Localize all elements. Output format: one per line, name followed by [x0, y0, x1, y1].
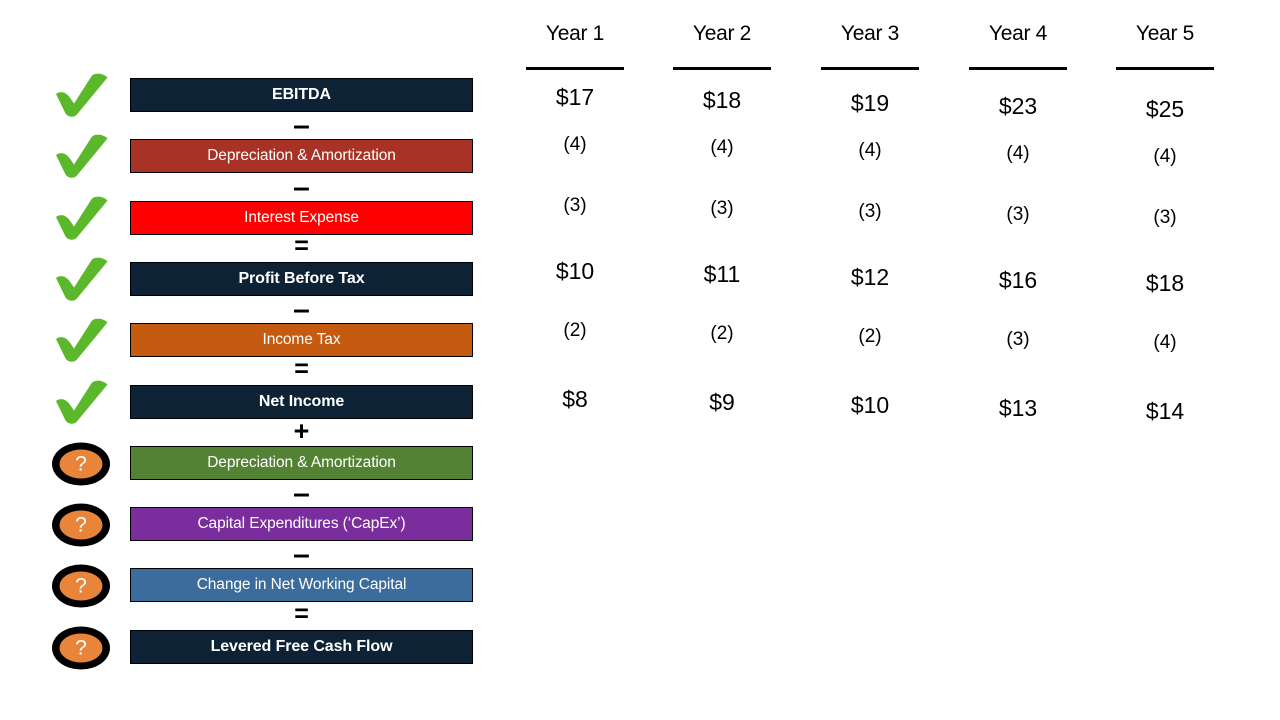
column-header-rule	[821, 67, 919, 70]
table-cell: (4)	[858, 140, 882, 161]
table-cell: $17	[555, 84, 595, 110]
table-cell: (3)	[1006, 329, 1030, 350]
flow-row: ? Change in Net Working Capital	[0, 564, 500, 608]
flow-bar-label: Net Income	[258, 392, 345, 410]
question-mark-icon: ?	[50, 441, 112, 487]
flow-bar: Change in Net Working Capital	[130, 568, 473, 603]
column-header-year-4: Year 4	[988, 22, 1048, 45]
table-cell: (3)	[1153, 207, 1177, 228]
table-cell: (4)	[563, 134, 587, 155]
financial-values-table: Year 1 Year 2 Year 3 Year 4 Year 5 $17 $18 $19 $…	[500, 0, 1280, 720]
check-icon	[52, 134, 110, 179]
flow-bar-label: Interest Expense	[244, 208, 359, 226]
flow-bar-label: Depreciation & Amortization	[207, 147, 396, 165]
table-cell: $12	[850, 264, 890, 290]
flow-bar: EBITDA	[130, 78, 473, 112]
flow-row: Depreciation & Amortization	[0, 134, 500, 179]
svg-text:?: ?	[75, 452, 87, 475]
svg-text:?: ?	[75, 575, 87, 598]
operator-minus: –	[293, 109, 310, 143]
flow-bar: Depreciation & Amortization	[130, 445, 473, 480]
table-cell: (3)	[710, 198, 734, 219]
column-header-rule	[969, 67, 1067, 70]
flow-bar: Capital Expenditures (‘CapEx’)	[130, 507, 473, 542]
flow-bar-label: Depreciation & Amortization	[207, 453, 396, 471]
table-cell: $19	[850, 90, 890, 116]
question-mark-icon: ?	[50, 625, 112, 671]
table-cell: $10	[850, 392, 890, 418]
svg-text:?: ?	[75, 636, 87, 659]
table-cell: $8	[562, 386, 588, 412]
table-cell: $25	[1145, 96, 1185, 122]
svg-text:?: ?	[75, 514, 87, 537]
flow-row: Profit Before Tax	[0, 257, 500, 301]
flow-bar-label: Profit Before Tax	[238, 269, 365, 287]
table-cell: (4)	[1153, 146, 1177, 167]
table-cell: (3)	[858, 201, 882, 222]
flow-bar: Interest Expense	[130, 200, 473, 235]
flow-bar: Depreciation & Amortization	[130, 139, 473, 174]
flow-row: Net Income	[0, 380, 500, 424]
flow-bar: Net Income	[130, 384, 473, 419]
flow-bar-label: Levered Free Cash Flow	[210, 637, 393, 655]
column-header-rule	[526, 67, 624, 70]
table-cell: $11	[703, 261, 741, 287]
check-icon	[52, 73, 110, 117]
table-cell: (2)	[858, 326, 882, 347]
column-header-year-5: Year 5	[1135, 22, 1195, 45]
check-icon	[52, 196, 110, 240]
flow-bar-label: Income Tax	[262, 331, 341, 349]
table-cell: $9	[709, 389, 735, 415]
table-cell: (3)	[563, 195, 587, 216]
question-mark-icon: ?	[50, 563, 112, 609]
table-cell: (4)	[1153, 332, 1177, 353]
table-cell: (2)	[563, 320, 587, 341]
operator-equals: =	[294, 354, 309, 383]
table-cell: $13	[998, 395, 1038, 421]
table-cell: $18	[1145, 270, 1185, 296]
operator-equals: =	[294, 231, 309, 260]
flow-bar-label: Capital Expenditures (‘CapEx’)	[197, 515, 406, 533]
table-cell: $14	[1145, 398, 1185, 424]
flow-bar: Levered Free Cash Flow	[130, 629, 473, 664]
operator-minus: –	[293, 538, 310, 572]
flow-bar-label: EBITDA	[272, 86, 331, 103]
flow-row: ? Depreciation & Amortization	[0, 442, 500, 486]
check-icon	[52, 257, 110, 301]
operator-minus: –	[293, 293, 310, 327]
flow-row: EBITDA	[0, 73, 500, 117]
flow-bar-label: Change in Net Working Capital	[196, 576, 407, 594]
flow-row: ? Capital Expenditures (‘CapEx’)	[0, 503, 500, 547]
table-cell: $23	[998, 93, 1038, 119]
cash-flow-diagram: EBITDA – Depreciation & Amortization – Inter…	[0, 0, 500, 720]
table-cell: $10	[555, 258, 595, 284]
check-icon	[52, 318, 110, 362]
column-header-rule	[1116, 67, 1214, 70]
table-cell: (3)	[1006, 204, 1030, 225]
flow-row: ? Levered Free Cash Flow	[0, 626, 500, 670]
table-cell: $16	[998, 267, 1038, 293]
question-mark-icon: ?	[50, 502, 112, 548]
table-cell: (4)	[710, 137, 734, 158]
operator-equals: =	[294, 599, 309, 628]
flow-row: Interest Expense	[0, 196, 500, 240]
flow-bar: Profit Before Tax	[130, 261, 473, 296]
column-header-year-3: Year 3	[840, 22, 900, 45]
flow-row: Income Tax	[0, 318, 500, 362]
check-icon	[52, 380, 110, 424]
table-cell: (4)	[1006, 143, 1030, 164]
flow-bar: Income Tax	[130, 323, 473, 358]
column-header-year-1: Year 1	[545, 22, 605, 45]
operator-minus: –	[293, 477, 310, 511]
operator-minus: –	[293, 170, 310, 204]
operator-plus: +	[293, 415, 310, 446]
table-cell: $18	[702, 87, 742, 113]
table-cell: (2)	[710, 323, 734, 344]
column-header-rule	[673, 67, 771, 70]
column-header-year-2: Year 2	[692, 22, 752, 45]
